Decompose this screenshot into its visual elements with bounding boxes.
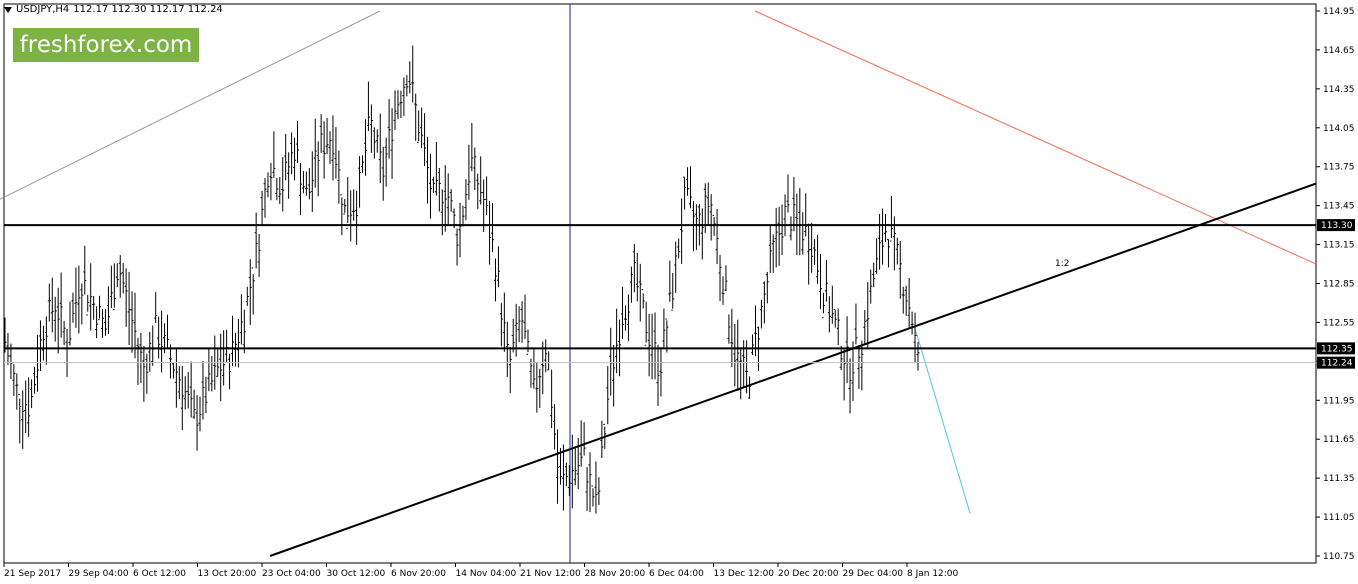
price-chart[interactable]: 114.95 114.65 114.35 114.05 113.75 113.45 113.… xyxy=(0,0,1358,584)
y-tick-label: 111.65 xyxy=(1323,435,1355,445)
x-tick-label: 23 Oct 04:00 xyxy=(262,569,321,579)
price-label-text: 113.30 xyxy=(1321,221,1353,231)
y-tick-label: 113.15 xyxy=(1323,241,1355,251)
logo-text: freshforex.com xyxy=(19,32,193,58)
dropdown-triangle-icon[interactable] xyxy=(4,6,12,13)
x-tick-label: 30 Oct 12:00 xyxy=(327,569,386,579)
trend-lines xyxy=(0,4,1317,563)
x-tick-label: 21 Sep 2017 xyxy=(4,569,61,579)
y-tick-label: 112.85 xyxy=(1323,280,1355,290)
y-tick-label: 111.05 xyxy=(1323,513,1355,523)
x-tick-label: 6 Oct 12:00 xyxy=(133,569,186,579)
y-tick-label: 114.35 xyxy=(1323,85,1355,95)
x-tick-label: 6 Dec 04:00 xyxy=(649,569,704,579)
y-tick-label: 114.95 xyxy=(1323,7,1355,17)
x-tick-label: 13 Dec 12:00 xyxy=(714,569,775,579)
price-axis: 114.95 114.65 114.35 114.05 113.75 113.45 113.… xyxy=(1316,7,1355,562)
symbol-label: USDJPY,H4 xyxy=(16,4,70,15)
ohlc-bars xyxy=(3,45,920,514)
x-tick-label: 29 Dec 04:00 xyxy=(843,569,904,579)
ohlc-values: 112.17 112.30 112.17 112.24 xyxy=(73,4,223,15)
chart-frame xyxy=(3,3,1317,564)
y-tick-label: 113.45 xyxy=(1323,202,1355,212)
x-tick-label: 8 Jan 12:00 xyxy=(907,569,959,579)
x-tick-label: 21 Nov 12:00 xyxy=(520,569,581,579)
trend-line xyxy=(269,182,1317,557)
x-tick-label: 29 Sep 04:00 xyxy=(69,569,129,579)
y-tick-label: 111.95 xyxy=(1323,396,1355,406)
current-price-text: 112.24 xyxy=(1321,359,1353,369)
y-tick-label: 112.55 xyxy=(1323,318,1355,328)
plot-border xyxy=(3,3,1317,564)
y-tick-label: 110.75 xyxy=(1323,552,1355,562)
y-tick-label: 114.05 xyxy=(1323,124,1355,134)
ratio-annotation: 1:2 xyxy=(1055,259,1069,269)
brand-logo: freshforex.com xyxy=(13,28,199,62)
x-tick-label: 14 Nov 04:00 xyxy=(456,569,517,579)
price-label-text: 112.35 xyxy=(1321,344,1353,354)
y-tick-label: 111.35 xyxy=(1323,474,1355,484)
time-axis: 21 Sep 2017 29 Sep 04:00 6 Oct 12:00 13 Oct… xyxy=(3,563,959,579)
x-tick-label: 13 Oct 20:00 xyxy=(198,569,257,579)
x-tick-label: 28 Nov 20:00 xyxy=(585,569,646,579)
y-tick-label: 113.75 xyxy=(1323,163,1355,173)
x-tick-label: 20 Dec 20:00 xyxy=(778,569,839,579)
y-tick-label: 114.65 xyxy=(1323,46,1355,56)
trend-line xyxy=(915,331,971,514)
chart-header: USDJPY,H4 112.17 112.30 112.17 112.24 xyxy=(4,4,223,15)
x-tick-label: 6 Nov 20:00 xyxy=(391,569,446,579)
